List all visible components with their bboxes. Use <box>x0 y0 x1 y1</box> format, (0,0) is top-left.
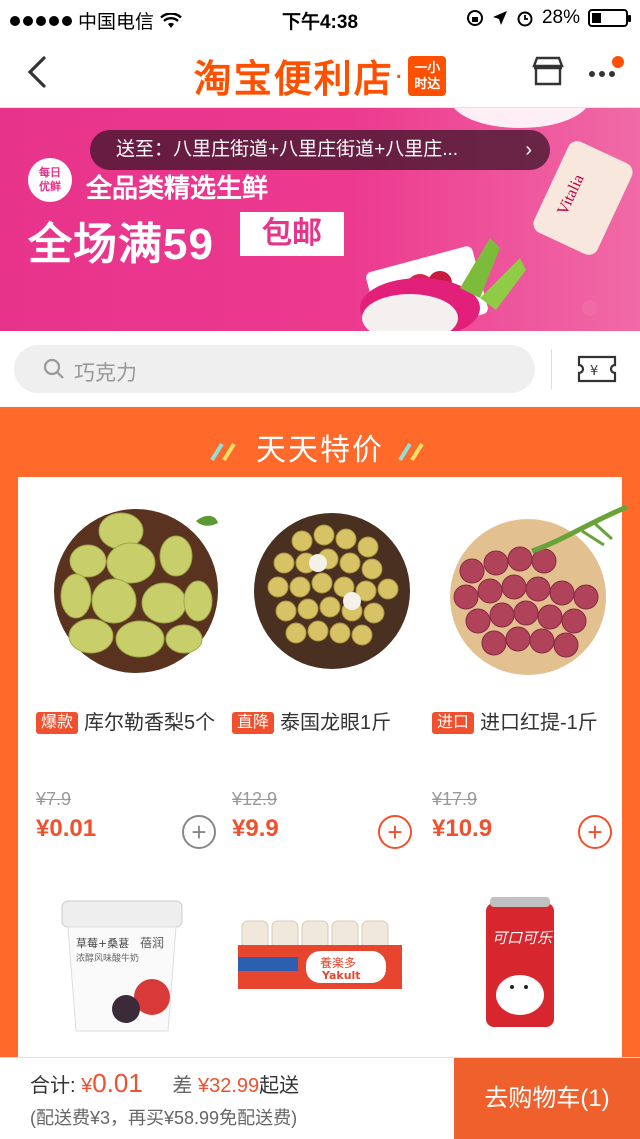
address-prefix: 送至： <box>116 139 174 160</box>
product-title: 进口红提-1斤 <box>480 712 598 734</box>
product-tag: 进口 <box>432 712 475 734</box>
banner-subtitle: 全品类精选生鲜 <box>86 173 269 203</box>
yakult-brand-en: Yakult <box>321 969 361 982</box>
product-tag: 直降 <box>232 712 275 734</box>
cart-summary-bar: 合计: ¥0.01 差 ¥32.99起送 (配送费¥3，再买¥58.99免配送费… <box>0 1057 640 1139</box>
coupon-icon[interactable]: ¥ <box>576 351 618 387</box>
battery-percent: 28% <box>541 7 580 28</box>
yogurt-image[interactable]: 草莓+桑葚 浓醇风味酸牛奶 蓓润 <box>52 897 192 1037</box>
free-shipping-label: 包邮 <box>240 212 344 256</box>
search-placeholder: 巧克力 <box>74 362 137 385</box>
diff-value: ¥32.99 <box>197 1075 260 1097</box>
yogurt-label2: 浓醇风味酸牛奶 <box>76 952 139 964</box>
alarm-icon <box>517 11 533 27</box>
total-currency: ¥ <box>81 1075 93 1097</box>
one-hour-badge: 一小 时达 <box>408 55 447 96</box>
daily-fresh-badge: 每日 优鲜 <box>28 158 72 202</box>
notification-dot <box>612 56 624 68</box>
yakult-image[interactable]: 養楽多 Yakult <box>236 917 406 997</box>
decor-slash-icon <box>398 443 424 462</box>
delivery-address-button[interactable]: 送至：八里庄街道+八里庄街道+八里庄... › <box>90 130 550 170</box>
cart-total-line: 合计: ¥0.01 差 ¥32.99起送 <box>30 1068 299 1099</box>
original-price: ¥7.9 <box>36 789 72 809</box>
original-price: ¥17.9 <box>432 789 478 809</box>
add-to-cart-button[interactable]: + <box>578 815 612 849</box>
grapes-image <box>450 504 628 675</box>
yakult-brand: 養楽多 <box>320 955 356 970</box>
yogurt-brand: 蓓润 <box>140 936 164 950</box>
delivery-fee-note: (配送费¥3，再买¥58.99免配送费) <box>30 1108 298 1128</box>
deals-header: 天天特价 <box>0 425 640 469</box>
search-row: 巧克力 ¥ <box>0 331 640 407</box>
daily-deals-section: 天天特价 爆款 库尔勒香梨5个 ¥7.9 ¥0.01 + 直降 泰国龙眼1斤 ¥… <box>0 407 640 1139</box>
product-name: 爆款 库尔勒香梨5个 <box>36 707 226 739</box>
sale-price: ¥0.01 <box>36 815 97 842</box>
go-to-cart-button[interactable]: 去购物车(1) <box>454 1058 640 1139</box>
sale-price: ¥10.9 <box>432 815 493 842</box>
promo-banner[interactable]: Vitalia 送至：八里庄街道+八里庄街道+八里庄... › 每日 优鲜 全品类精… <box>0 108 640 331</box>
decor-slash-icon <box>210 443 236 462</box>
daily-line2: 优鲜 <box>39 181 61 193</box>
more-menu-button[interactable] <box>584 52 624 92</box>
battery-icon <box>588 9 631 27</box>
total-label: 合计: <box>30 1075 76 1097</box>
divider <box>551 349 552 389</box>
daily-line1: 每日 <box>39 167 61 179</box>
location-icon <box>492 11 507 25</box>
total-amount: 0.01 <box>92 1068 143 1098</box>
search-icon <box>43 358 64 379</box>
product-title: 泰国龙眼1斤 <box>280 712 392 734</box>
badge-line2: 时达 <box>414 75 441 91</box>
deals-title: 天天特价 <box>256 434 384 467</box>
longan-image <box>254 513 410 669</box>
nav-bar: 淘宝便利店· 一小 时达 <box>0 36 640 108</box>
add-to-cart-button[interactable]: + <box>378 815 412 849</box>
deals-card: 爆款 库尔勒香梨5个 ¥7.9 ¥0.01 + 直降 泰国龙眼1斤 ¥12.9 ¥9… <box>18 477 628 1139</box>
rotation-lock-icon <box>466 10 483 26</box>
original-price: ¥12.9 <box>232 789 278 809</box>
store-title: 淘宝便利店 <box>193 59 394 101</box>
product-tag: 爆款 <box>36 712 79 734</box>
diff-label: 差 <box>172 1075 193 1097</box>
product-name: 直降 泰国龙眼1斤 <box>232 707 422 739</box>
badge-line1: 一小 <box>414 59 441 75</box>
coke-image[interactable]: 可口可乐 <box>480 895 560 1035</box>
product-name: 进口 进口红提-1斤 <box>432 707 622 739</box>
status-bar: 中国电信 下午4:38 28% <box>0 0 640 36</box>
svg-text:¥: ¥ <box>590 364 598 379</box>
pear-image <box>54 509 218 673</box>
delivery-address: 八里庄街道+八里庄街道+八里庄... <box>173 139 459 160</box>
yogurt-label1: 草莓+桑葚 <box>76 937 129 950</box>
store-icon[interactable] <box>530 54 566 90</box>
diff-suffix: 起送 <box>259 1075 300 1097</box>
add-to-cart-button[interactable]: + <box>182 815 216 849</box>
coke-brand: 可口可乐 <box>492 929 553 947</box>
sale-price: ¥9.9 <box>232 815 279 842</box>
chevron-right-icon: › <box>525 139 532 161</box>
banner-headline: 全场满59 <box>28 220 214 269</box>
search-input[interactable]: 巧克力 <box>14 345 535 393</box>
title-dot: · <box>393 58 404 92</box>
product-title: 库尔勒香梨5个 <box>84 712 216 734</box>
